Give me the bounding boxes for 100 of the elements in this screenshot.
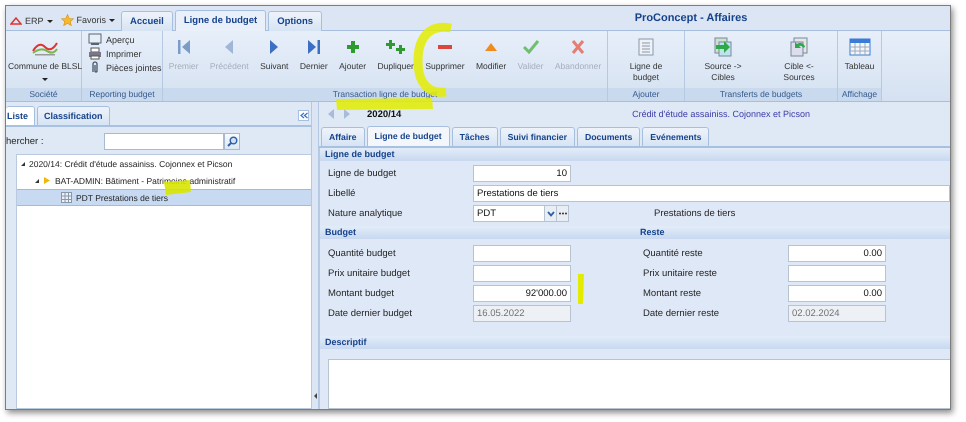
ribbon-tab[interactable]: Accueil <box>121 11 173 31</box>
input-field[interactable] <box>473 265 571 282</box>
field-label: Montant budget <box>328 288 396 299</box>
ribbon-tab[interactable]: Options <box>268 11 322 31</box>
toolbar-button[interactable]: Aperçu <box>88 33 135 46</box>
group-label: Société <box>6 88 81 101</box>
detail-tab[interactable]: Evénements <box>642 127 710 146</box>
minus-icon <box>438 45 452 49</box>
tree-label: 2020/14: Crédit d'étude assainiss. Cojonnex et Picson <box>29 158 232 168</box>
caret-icon <box>46 20 53 22</box>
group-label: Reporting budget <box>82 88 162 101</box>
collapse-button[interactable] <box>298 110 309 121</box>
browse-button[interactable] <box>557 205 569 222</box>
star-icon <box>60 14 74 26</box>
check-icon <box>522 38 540 56</box>
previous-icon <box>327 108 335 120</box>
toolbar-button[interactable]: Tableau <box>842 37 876 72</box>
input-field[interactable] <box>788 265 886 282</box>
panel-tab[interactable]: Classification <box>37 106 110 125</box>
group-label: Transferts de budgets <box>685 88 837 101</box>
input-field[interactable] <box>473 245 571 262</box>
expander-icon[interactable] <box>35 178 39 182</box>
tree-item[interactable]: BAT-ADMIN: Bâtiment - Patrimoine administratif <box>17 172 311 189</box>
window-title: ProConcept - Affaires <box>634 12 748 24</box>
tree-label: BAT-ADMIN: Bâtiment - Patrimoine administratif <box>55 176 236 186</box>
section-header: Budget <box>320 226 635 239</box>
detail-tab[interactable]: Ligne de budget <box>366 126 450 146</box>
toolbar-button[interactable]: Cible <- Sources <box>772 37 826 84</box>
quick-menu[interactable]: Favoris <box>56 14 120 30</box>
input-field[interactable]: 0.00 <box>788 245 886 262</box>
document-return-icon <box>789 37 809 57</box>
ellipsis-icon <box>558 212 566 215</box>
last-icon <box>306 38 322 56</box>
toolbar-button[interactable]: Dupliquer <box>376 37 416 72</box>
group-label: Ajouter <box>608 88 684 101</box>
preview-icon <box>88 33 102 46</box>
search-button[interactable] <box>224 132 240 150</box>
detail-tab[interactable]: Suivi financier <box>500 127 575 146</box>
dropdown-button[interactable] <box>545 205 557 222</box>
toolbar-button[interactable]: Pièces jointes <box>88 61 162 74</box>
search-field[interactable] <box>104 132 224 150</box>
section-header: Reste <box>635 226 950 239</box>
detail-tab[interactable]: Tâches <box>452 127 498 146</box>
toolbar-button[interactable]: Suivant <box>258 37 290 72</box>
expander-icon[interactable] <box>21 162 25 166</box>
input-field[interactable]: 10 <box>473 165 571 182</box>
search-label: hercher : <box>6 136 44 146</box>
group-label: Affichage <box>838 88 881 101</box>
toolbar-button[interactable]: Dernier <box>298 37 330 72</box>
field-label: Nature analytique <box>328 208 404 219</box>
toolbar-button[interactable]: Ajouter <box>337 37 368 72</box>
record-subtitle: Crédit d'étude assainiss. Cojonnex et Picson <box>632 109 810 119</box>
description-field[interactable] <box>328 359 950 409</box>
plus-icon <box>344 38 361 56</box>
field-label: Date dernier budget <box>328 308 413 319</box>
grid-icon <box>61 192 72 203</box>
record-number: 2020/14 <box>367 108 402 120</box>
input-field[interactable]: 0.00 <box>788 285 886 302</box>
chevron-down-icon <box>546 210 554 216</box>
toolbar-button[interactable]: Ligne de budget <box>619 37 673 84</box>
ribbon-tab[interactable]: Ligne de budget <box>174 10 266 31</box>
quick-menu[interactable]: ERP <box>6 16 57 30</box>
field-label: Ligne de budget <box>328 168 398 179</box>
field-label: Prix unitaire reste <box>643 268 718 279</box>
document-arrow-icon <box>713 37 733 57</box>
caret-icon <box>109 18 116 22</box>
toolbar-button[interactable]: Source -> Cibles <box>696 37 750 84</box>
toolbar-button[interactable]: Commune de BLSL <box>6 37 84 82</box>
arrow-left-icon <box>314 393 316 399</box>
section-header: Ligne de budget <box>320 148 950 161</box>
double-plus-icon <box>384 38 407 56</box>
field-label: Prix unitaire budget <box>328 268 411 279</box>
first-icon <box>176 38 192 56</box>
field-description: Prestations de tiers <box>654 208 736 219</box>
grid-icon <box>638 38 654 56</box>
tree-item[interactable]: PDT Prestations de tiers <box>17 189 311 206</box>
triangle-icon <box>485 43 498 51</box>
triangle-icon <box>43 176 51 185</box>
field-label: Montant reste <box>643 288 702 299</box>
highlighter-mark <box>578 274 584 304</box>
tree-label: PDT Prestations de tiers <box>76 192 168 202</box>
cross-icon <box>570 38 586 56</box>
panel-tab[interactable]: Liste <box>6 106 36 125</box>
input-field[interactable]: Prestations de tiers <box>473 185 950 202</box>
toolbar-button[interactable]: Imprimer <box>88 47 142 60</box>
next-icon <box>343 108 351 120</box>
double-chevron-icon <box>300 112 308 119</box>
input-field[interactable]: 92'000.00 <box>473 285 571 302</box>
logo-icon <box>10 17 22 25</box>
toolbar-button[interactable]: Modifier <box>474 37 508 72</box>
field-label: Date dernier reste <box>643 308 720 319</box>
section-header: Descriptif <box>320 336 950 349</box>
dropdown-field[interactable]: PDT <box>473 205 545 222</box>
detail-tab[interactable]: Documents <box>576 127 640 146</box>
printer-icon <box>88 47 102 60</box>
search-icon <box>226 136 238 146</box>
toolbar-button[interactable]: Supprimer <box>423 37 467 72</box>
field-label: Libellé <box>328 188 356 199</box>
detail-tab[interactable]: Affaire <box>321 127 365 146</box>
tree-item[interactable]: 2020/14: Crédit d'étude assainiss. Cojonnex et Picson <box>17 155 311 172</box>
